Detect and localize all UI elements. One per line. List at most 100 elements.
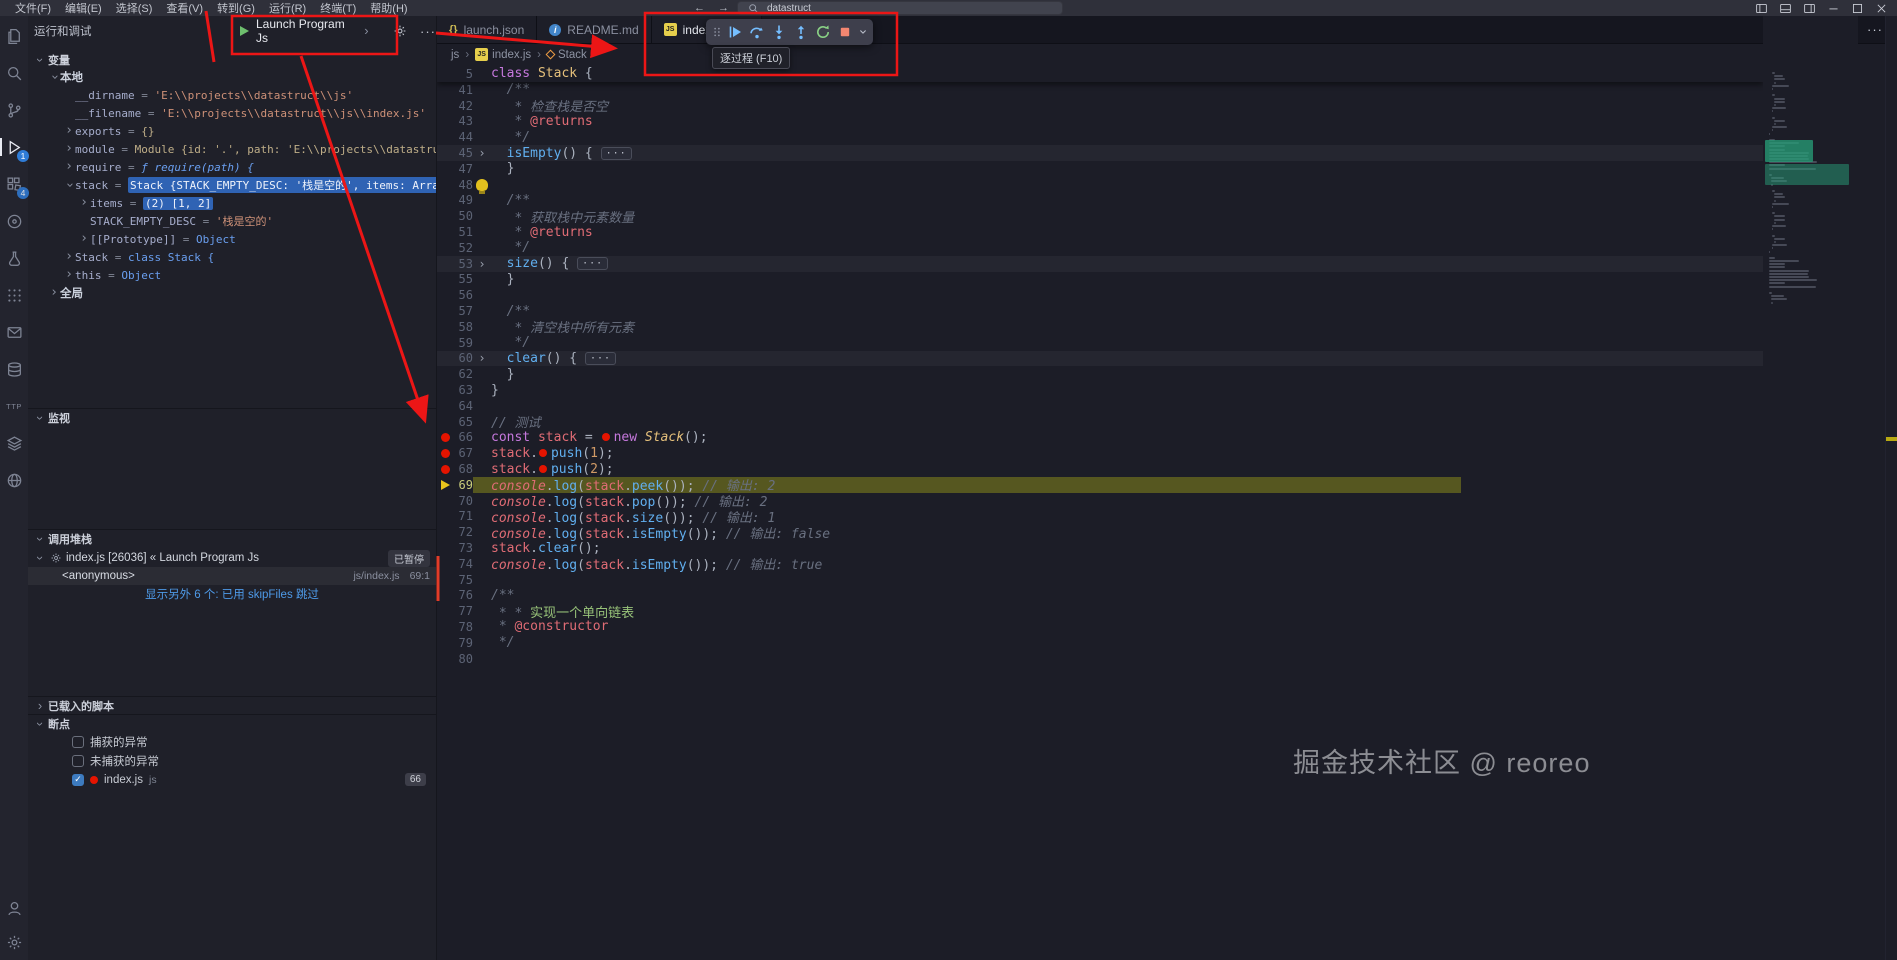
menu-item[interactable]: 选择(S) xyxy=(109,0,160,16)
skipfiles-link[interactable]: 显示另外 6 个: 已用 skipFiles 跳过 xyxy=(28,585,436,603)
layers-icon[interactable] xyxy=(4,433,24,453)
folded-code-icon[interactable]: ··· xyxy=(584,351,616,365)
code-text: * 检查栈是否空 xyxy=(491,96,608,115)
minimize-icon[interactable] xyxy=(1827,2,1840,15)
layout-right-icon[interactable] xyxy=(1803,2,1816,15)
lightbulb-icon[interactable] xyxy=(473,178,491,194)
command-center-search[interactable]: datastruct xyxy=(737,1,1063,15)
token: * 检查栈是否空 xyxy=(491,100,609,116)
explorer-icon[interactable] xyxy=(4,26,24,46)
fold-chevron-icon[interactable]: › xyxy=(473,146,491,160)
variable-row[interactable]: › [[Prototype]] = Object xyxy=(28,230,436,248)
class-symbol-icon xyxy=(545,49,556,60)
sticky-scroll-line[interactable]: 5 class Stack { xyxy=(437,65,1763,82)
variables-section-header[interactable]: › 变量 xyxy=(28,50,436,69)
loaded-scripts-section-header[interactable]: › 已载入的脚本 xyxy=(28,696,436,715)
token: clear xyxy=(537,540,578,556)
globe-icon[interactable] xyxy=(4,470,24,490)
breakpoint-gutter[interactable] xyxy=(437,464,453,474)
variable-row[interactable]: › Stack = class Stack { xyxy=(28,248,436,266)
breakpoint-checkbox[interactable] xyxy=(72,754,84,767)
variable-row[interactable]: › exports = {} xyxy=(28,122,436,140)
variable-row[interactable]: › items = (2) [1, 2] xyxy=(28,194,436,212)
variable-row[interactable]: __filename = 'E:\\projects\\datastruct\\… xyxy=(28,104,436,122)
scope-row[interactable]: › 全局 xyxy=(28,284,436,302)
menu-item[interactable]: 查看(V) xyxy=(159,0,210,16)
callstack-frame-row[interactable]: <anonymous> js/index.js 69:1 xyxy=(28,567,436,585)
stop-chevron-button[interactable] xyxy=(856,21,869,43)
settings-icon[interactable] xyxy=(4,932,24,952)
callstack-section-header[interactable]: › 调用堆栈 xyxy=(28,529,436,548)
run-and-debug-icon[interactable]: 1 xyxy=(0,137,29,162)
menu-item[interactable]: 运行(R) xyxy=(262,0,313,16)
menu-item[interactable]: 文件(F) xyxy=(8,0,58,16)
token: console xyxy=(491,526,546,542)
breakpoint-dot-icon xyxy=(440,464,450,474)
breakpoint-checkbox[interactable]: ✓ xyxy=(72,773,84,786)
restart-button[interactable] xyxy=(812,21,833,43)
breadcrumb-item[interactable]: Stack xyxy=(545,49,587,61)
breakpoints-section-header[interactable]: › 断点 xyxy=(28,714,436,733)
variable-row[interactable]: › this = Object xyxy=(28,266,436,284)
testing-icon[interactable] xyxy=(4,248,24,268)
start-debug-icon[interactable] xyxy=(240,26,249,36)
tab-launch.json[interactable]: {} launch.json xyxy=(437,16,538,43)
close-icon[interactable] xyxy=(1875,2,1888,15)
minimap-line xyxy=(1773,75,1783,78)
fold-chevron-icon[interactable]: › xyxy=(473,351,491,365)
app-grid-icon[interactable] xyxy=(4,285,24,305)
step-over-button[interactable] xyxy=(746,21,767,43)
mail-icon[interactable] xyxy=(4,322,24,342)
breadcrumb-item[interactable]: JS index.js xyxy=(475,48,531,61)
account-icon[interactable] xyxy=(4,898,24,918)
variable-row[interactable]: › require = ƒ require(path) { xyxy=(28,158,436,176)
breakpoint-gutter[interactable] xyxy=(437,448,453,458)
minimap[interactable] xyxy=(1763,16,1858,960)
step-into-button[interactable] xyxy=(768,21,789,43)
folded-code-icon[interactable]: ··· xyxy=(577,257,609,271)
configure-gear-icon[interactable] xyxy=(393,24,407,38)
breakpoint-row[interactable]: 捕获的异常 xyxy=(28,732,436,751)
menu-item[interactable]: 帮助(H) xyxy=(363,0,414,16)
breakpoint-row[interactable]: ✓ index.js js 66 xyxy=(28,770,436,789)
minimap-line xyxy=(1769,276,1810,278)
folded-code-icon[interactable]: ··· xyxy=(600,146,632,160)
watch-section-header[interactable]: › 监视 xyxy=(28,408,436,427)
layout-sidebar-icon[interactable] xyxy=(1755,2,1768,15)
breadcrumb-item[interactable]: js xyxy=(451,49,459,61)
tab-README.md[interactable]: i README.md xyxy=(537,16,652,43)
breakpoint-row[interactable]: 未捕获的异常 xyxy=(28,751,436,770)
maximize-icon[interactable] xyxy=(1851,2,1864,15)
menu-item[interactable]: 终端(T) xyxy=(313,0,363,16)
variable-row[interactable]: › module = Module {id: '.', path: 'E:\\pr… xyxy=(28,140,436,158)
scope-row[interactable]: › 本地 xyxy=(28,68,436,86)
continue-button[interactable] xyxy=(724,21,745,43)
code-line: 65 // 测试 xyxy=(437,414,1763,432)
database-icon[interactable] xyxy=(4,359,24,379)
callstack-session-row[interactable]: › index.js [26036] « Launch Program Js 已… xyxy=(28,549,436,567)
http-client-icon[interactable]: TTP xyxy=(4,396,24,416)
menu-item[interactable]: 编辑(E) xyxy=(58,0,109,16)
remote-target-icon[interactable] xyxy=(4,211,24,231)
step-out-button[interactable] xyxy=(790,21,811,43)
launch-config-dropdown[interactable]: Launch Program Js xyxy=(256,17,354,45)
badge: 1 xyxy=(17,150,29,162)
variable-row[interactable]: STACK_EMPTY_DESC = '栈是空的' xyxy=(28,212,436,230)
forward-icon[interactable]: → xyxy=(718,2,729,14)
stop-button[interactable] xyxy=(834,21,855,43)
chevron-down-icon[interactable]: › xyxy=(361,24,372,37)
more-icon[interactable]: ··· xyxy=(1867,21,1883,39)
breakpoint-gutter[interactable] xyxy=(437,432,453,442)
search-icon[interactable] xyxy=(4,63,24,83)
layout-panel-icon[interactable] xyxy=(1779,2,1792,15)
variable-row[interactable]: __dirname = 'E:\\projects\\datastruct\\j… xyxy=(28,86,436,104)
extensions-icon[interactable]: 4 xyxy=(4,174,29,199)
source-control-icon[interactable] xyxy=(4,100,24,120)
breakpoint-checkbox[interactable] xyxy=(72,735,84,748)
back-icon[interactable]: ← xyxy=(694,2,705,14)
more-actions-icon[interactable]: ··· xyxy=(420,24,436,39)
variable-row[interactable]: › stack = Stack {STACK_EMPTY_DESC: '栈是空的'… xyxy=(28,176,436,194)
fold-chevron-icon[interactable]: › xyxy=(473,257,491,271)
menu-item[interactable]: 转到(G) xyxy=(210,0,262,16)
